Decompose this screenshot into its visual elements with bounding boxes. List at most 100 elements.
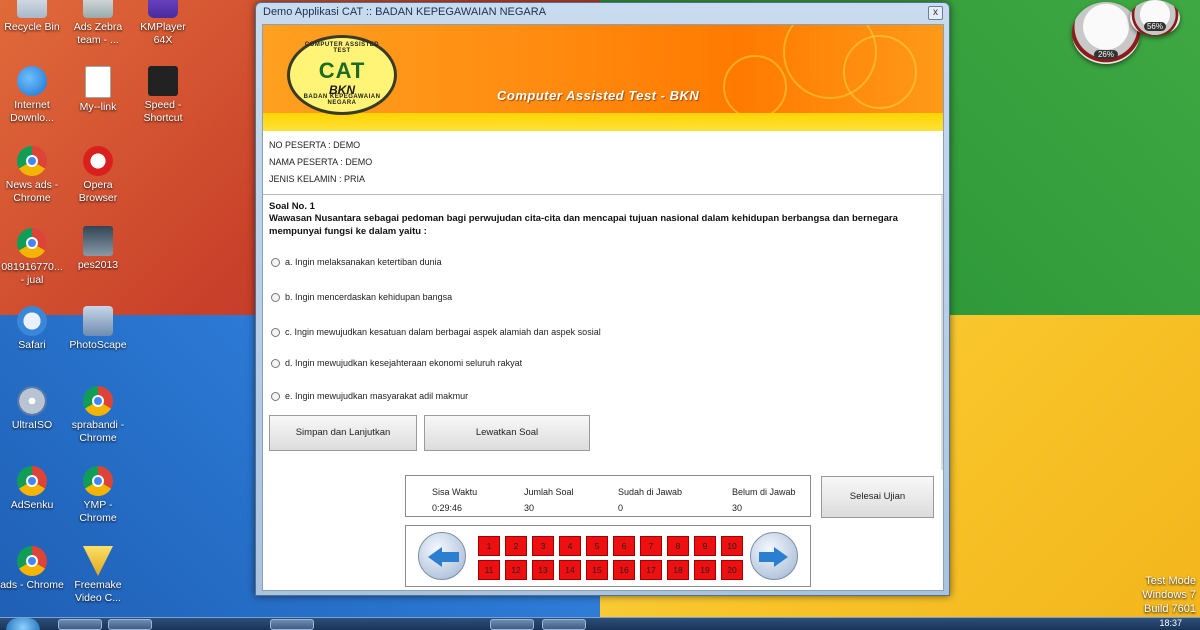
chrome-icon [83,386,113,416]
question-number-button[interactable]: 14 [559,560,581,580]
start-button[interactable] [6,618,40,630]
radio-button[interactable] [271,391,280,401]
option-label: d. Ingin mewujudkan kesejahteraan ekonom… [285,358,523,368]
option-b[interactable]: b. Ingin mencerdaskan kehidupan bangsa [271,292,452,302]
chrome-icon [83,466,113,496]
question-number-button[interactable]: 2 [505,536,527,556]
desktop-icon-ultraiso[interactable]: UltraISO [0,386,64,432]
time-left-label: Sisa Waktu [432,487,478,497]
desktop-icon-label: Recycle Bin [4,21,60,33]
desktop-icon-internet-download[interactable]: Internet Downlo... [0,66,64,125]
desktop-icon-my-link[interactable]: My--link [66,66,130,114]
opera-icon [83,146,113,176]
scrollbar[interactable] [941,195,943,470]
option-d[interactable]: d. Ingin mewujudkan kesejahteraan ekonom… [271,358,522,368]
desktop-icon-photoscape[interactable]: PhotoScape [66,306,130,352]
desktop-icon-label: pes2013 [77,259,119,271]
desktop-icon-label: Freemake Video C... [74,579,122,604]
desktop-icon-sprabandi-chrome[interactable]: sprabandi - Chrome [66,386,130,445]
desktop-icon-label: Ads Zebra team - ... [73,21,123,46]
close-button[interactable]: x [928,6,943,20]
cpu-value: 26% [1094,50,1118,59]
question-number-button[interactable]: 17 [640,560,662,580]
desktop-icon-jual-chrome[interactable]: 081916770... - jual [0,228,64,287]
desktop-icon-safari[interactable]: Safari [0,306,64,352]
save-next-button[interactable]: Simpan dan Lanjutkan [269,415,417,451]
option-label: e. Ingin mewujudkan masyarakat adil makm… [285,391,469,401]
watermark-line: Build 7601 [1144,603,1196,615]
question-number-button[interactable]: 1 [478,536,500,556]
question-number-button[interactable]: 19 [694,560,716,580]
desktop-icon-opera[interactable]: Opera Browser [66,146,130,205]
question-number-button[interactable]: 5 [586,536,608,556]
question-navigator: 1 2 3 4 5 6 7 8 9 10 11 12 13 14 15 16 17 18 19 20 [405,525,811,587]
option-c[interactable]: c. Ingin mewujudkan kesatuan dalam berba… [271,327,601,337]
banner-heading: Computer Assisted Test - BKN [497,88,700,103]
desktop-icon-ads-zebra[interactable]: Ads Zebra team - ... [66,0,130,47]
question-number-button[interactable]: 8 [667,536,689,556]
desktop-icon-label: ads - Chrome [0,579,64,591]
logo-cat-text: CAT [318,58,366,83]
question-number-button[interactable]: 10 [721,536,743,556]
taskbar-button[interactable] [108,619,152,630]
taskbar-button[interactable] [490,619,534,630]
desktop-icon-recycle-bin[interactable]: Recycle Bin [0,0,64,34]
option-label: a. Ingin melaksanakan ketertiban dunia [285,257,442,267]
question-number-button[interactable]: 11 [478,560,500,580]
radio-button[interactable] [271,292,280,302]
radio-button[interactable] [271,358,280,368]
download-manager-icon [17,66,47,96]
next-arrow-button[interactable] [750,532,798,580]
question-number-button[interactable]: 18 [667,560,689,580]
banner-band [263,113,943,131]
desktop-icon-speed-shortcut[interactable]: Speed - Shortcut [131,66,195,125]
document-icon [85,66,111,98]
radio-button[interactable] [271,257,280,267]
taskbar-button[interactable] [58,619,102,630]
taskbar-button[interactable] [542,619,586,630]
option-label: b. Ingin mencerdaskan kehidupan bangsa [285,292,453,302]
cpu-meter-gadget[interactable]: 26% [1072,2,1140,64]
finish-exam-button[interactable]: Selesai Ujian [821,476,934,518]
desktop-icon-label: My--link [79,101,117,113]
memory-meter-gadget[interactable]: 56% [1130,0,1180,36]
question-number-button[interactable]: 4 [559,536,581,556]
game-icon [83,226,113,256]
total-questions-label: Jumlah Soal [524,487,574,497]
skip-question-button[interactable]: Lewatkan Soal [424,415,590,451]
question-number-button[interactable]: 12 [505,560,527,580]
arrow-left-icon [428,547,442,567]
desktop-icon-adsenku[interactable]: AdSenku [0,466,64,512]
option-a[interactable]: a. Ingin melaksanakan ketertiban dunia [271,257,442,267]
desktop-icon-kmplayer[interactable]: KMPlayer 64X [131,0,195,47]
desktop-icon-freemake[interactable]: Freemake Video C... [66,546,130,605]
radio-button[interactable] [271,327,280,337]
question-number-button[interactable]: 20 [721,560,743,580]
question-number-button[interactable]: 3 [532,536,554,556]
desktop-icon-news-ads-chrome[interactable]: News ads - Chrome [0,146,64,205]
participant-number: NO PESERTA : DEMO [269,140,361,150]
recycle-bin-icon [17,0,47,18]
desktop-icon-ymp-chrome[interactable]: YMP - Chrome [66,466,130,525]
chrome-icon [17,466,47,496]
previous-arrow-button[interactable] [418,532,466,580]
taskbar-button[interactable] [270,619,314,630]
question-number-button[interactable]: 16 [613,560,635,580]
desktop-icon-pes2013[interactable]: pes2013 [66,226,130,272]
question-number-button[interactable]: 9 [694,536,716,556]
clock[interactable]: 18:37 [1159,618,1182,628]
question-number-button[interactable]: 7 [640,536,662,556]
total-questions-value: 30 [524,503,535,513]
desktop-icon-label: KMPlayer 64X [140,21,186,46]
question-number-button[interactable]: 15 [586,560,608,580]
freemake-icon [83,546,113,576]
option-e[interactable]: e. Ingin mewujudkan masyarakat adil makm… [271,391,468,401]
desktop-icon-label: Safari [18,339,46,351]
test-mode-watermark: Test Mode Windows 7 Build 7601 [1142,574,1196,616]
desktop-icon-ads-chrome[interactable]: ads - Chrome [0,546,64,592]
logo-ring-text: COMPUTER ASSISTED TEST [304,42,380,54]
disc-icon [17,386,47,416]
question-number-button[interactable]: 6 [613,536,635,556]
answered-value: 0 [618,503,624,513]
question-number-button[interactable]: 13 [532,560,554,580]
